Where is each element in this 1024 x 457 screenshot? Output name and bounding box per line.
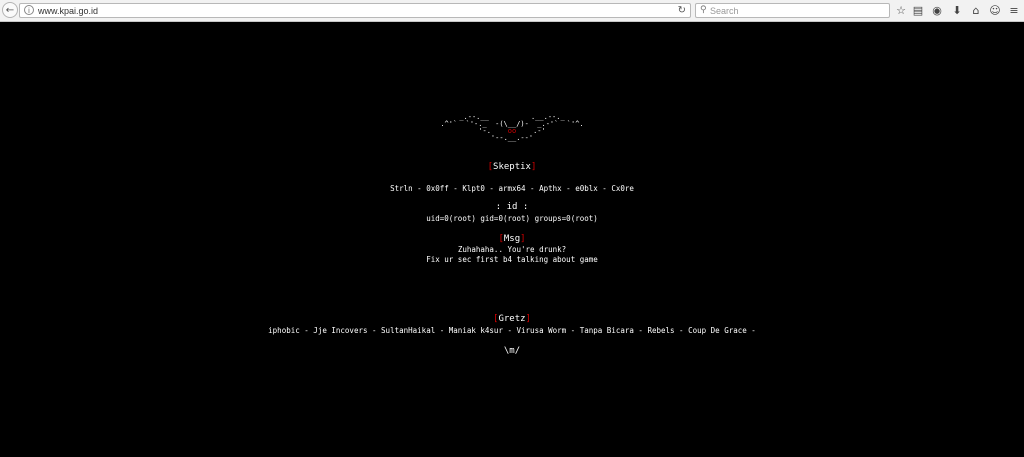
defaced-page: _.--.__ .__.--._ .^'` `'-._ -(\__/)- _.-… [0, 22, 1024, 457]
gretz-line: iphobic - Jje Incovers - SultanHaikal - … [268, 326, 756, 335]
members-line: Strln - 0x0ff - Klpt0 - armx64 - Apthx -… [390, 184, 634, 193]
url-text[interactable]: www.kpai.go.id [38, 5, 98, 17]
id-heading: : id : [495, 202, 529, 212]
info-icon[interactable]: i [24, 5, 34, 15]
bracket: ] [530, 162, 537, 172]
menu-icon[interactable]: ≡ [1007, 3, 1021, 18]
bookmark-star-icon[interactable]: ☆ [894, 3, 908, 18]
ascii-art-line-4: '--.__.--' [490, 134, 534, 142]
msg-heading: [Msg] [0, 234, 1024, 244]
footer-sign: \m/ [503, 346, 521, 356]
search-bar[interactable]: ⚲ Search [695, 3, 890, 18]
download-icon[interactable]: ⬇ [950, 3, 964, 18]
team-title: [Skeptix] [0, 162, 1024, 172]
pocket-icon[interactable]: ◉ [930, 3, 944, 18]
gretz-title: Gretz [498, 314, 526, 324]
msg-title: Msg [503, 234, 521, 244]
search-icon: ⚲ [700, 5, 707, 15]
back-button[interactable]: ← [2, 2, 18, 18]
search-input[interactable]: Search [710, 5, 739, 17]
smiley-icon[interactable]: ☺ [988, 3, 1002, 18]
msg-line-1: Zuhahaha.. You're drunk? [457, 245, 567, 254]
home-icon[interactable]: ⌂ [969, 3, 983, 18]
address-bar[interactable]: i www.kpai.go.id ↻ [19, 3, 691, 18]
reading-list-icon[interactable]: ▤ [911, 3, 925, 18]
browser-toolbar: ← i www.kpai.go.id ↻ ⚲ Search ☆ ▤ ◉ ⬇ ⌂ … [0, 0, 1024, 22]
arrow-left-icon: ← [5, 5, 15, 16]
bracket: ] [525, 314, 531, 324]
bracket: ] [520, 234, 526, 244]
id-line: uid=0(root) gid=0(root) groups=0(root) [426, 214, 598, 223]
msg-line-2: Fix ur sec first b4 talking about game [426, 255, 598, 264]
gretz-heading: [Gretz] [0, 314, 1024, 324]
reload-icon[interactable]: ↻ [678, 4, 686, 17]
team-name: Skeptix [493, 162, 531, 172]
